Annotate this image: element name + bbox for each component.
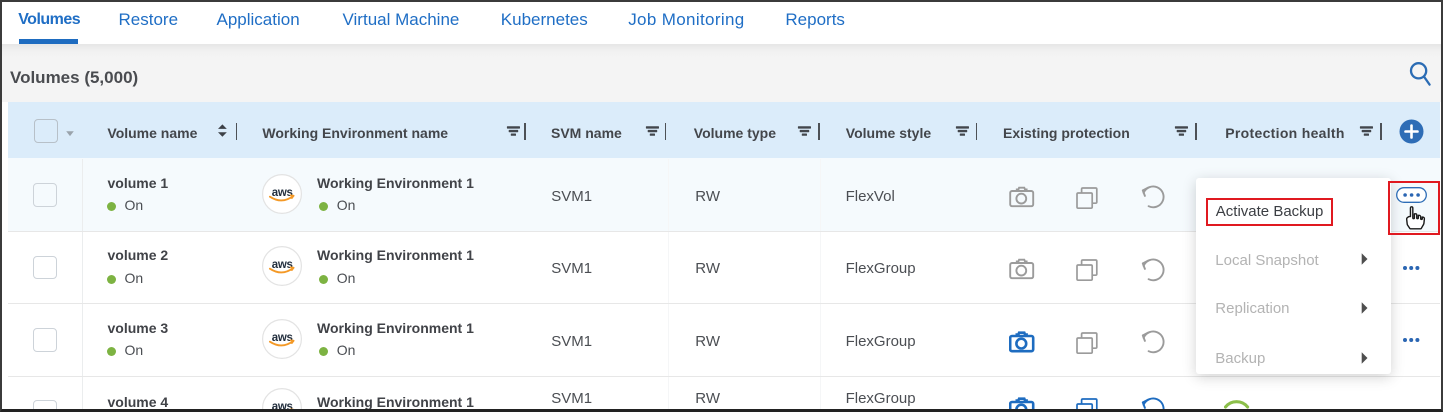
svg-text:aws: aws [272, 331, 293, 343]
svg-text:aws: aws [272, 401, 293, 412]
svg-text:aws: aws [272, 259, 293, 271]
svg-text:aws: aws [272, 186, 293, 198]
